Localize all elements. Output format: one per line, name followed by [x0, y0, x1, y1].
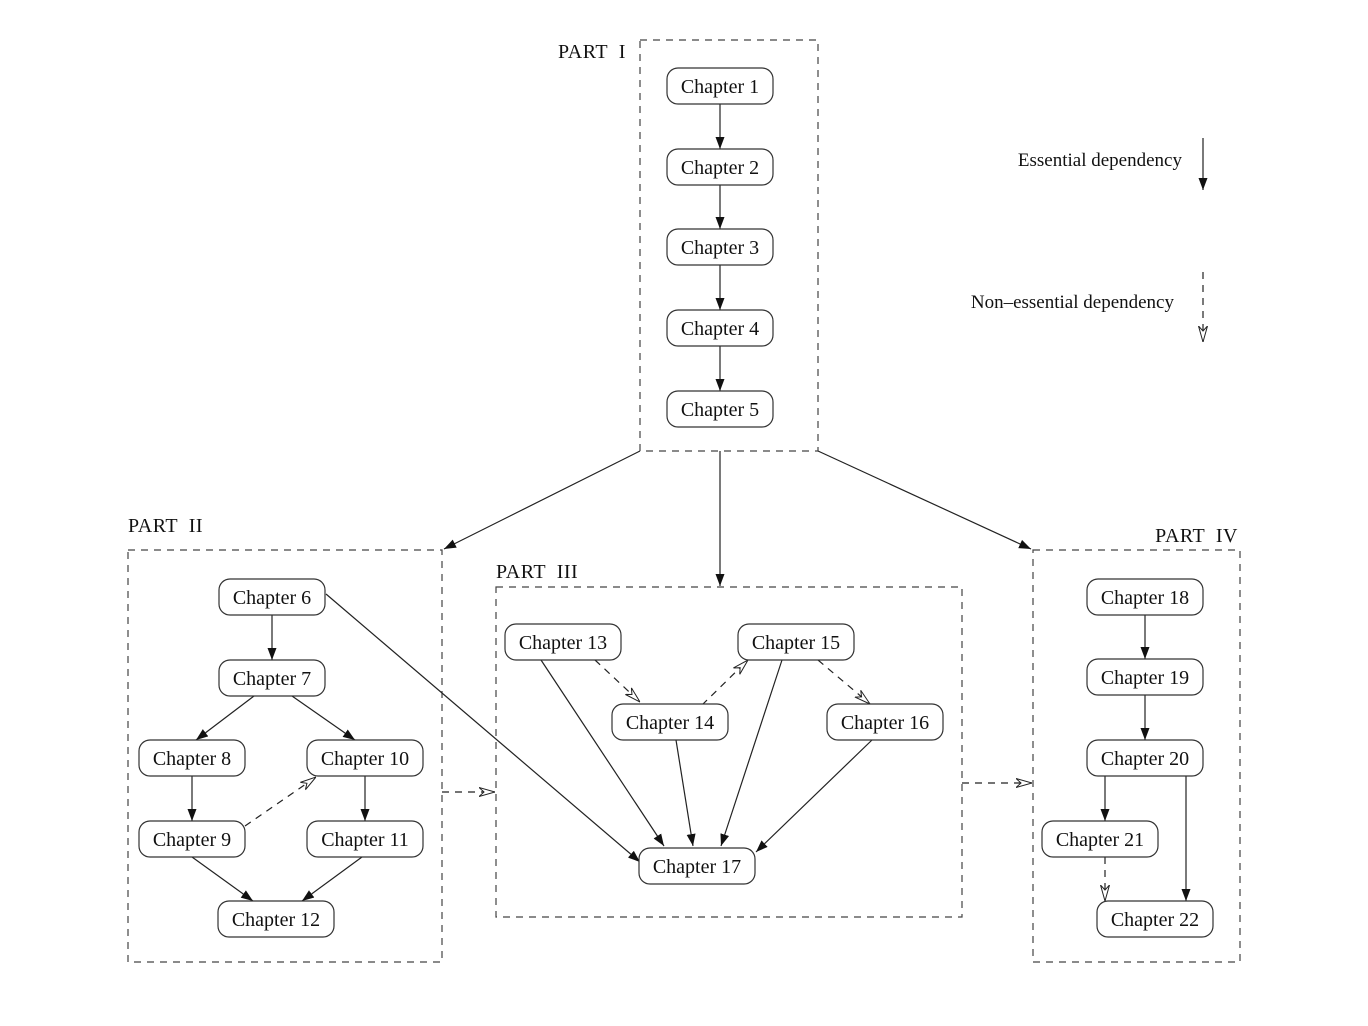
essential-edge-c14-to-c17 [675, 739, 696, 847]
chapter-node-c17[interactable]: Chapter 17 [638, 847, 756, 885]
chapter-node-label: Chapter 9 [153, 829, 231, 851]
essential-edge-c7-to-c10 [291, 695, 356, 741]
chapter-node-label: Chapter 16 [841, 712, 929, 734]
dependency-diagram: PART I PART II PART III PART IV Chapter 1 Ch… [127, 39, 1241, 963]
legend-non-essential-label: Non–essential dependency [971, 292, 1175, 313]
essential-edge-p1-to-p4 [817, 450, 1032, 550]
chapter-node-c13[interactable]: Chapter 13 [504, 623, 622, 661]
essential-edge-p1-to-p2 [443, 450, 641, 550]
chapter-node-c22[interactable]: Chapter 22 [1096, 900, 1214, 938]
chapter-node-c18[interactable]: Chapter 18 [1086, 578, 1204, 616]
chapter-node-c14[interactable]: Chapter 14 [611, 703, 729, 741]
chapter-node-label: Chapter 11 [321, 829, 409, 851]
chapter-node-label: Chapter 8 [153, 748, 231, 770]
chapter-node-c4[interactable]: Chapter 4 [666, 309, 774, 347]
chapter-node-c20[interactable]: Chapter 20 [1086, 739, 1204, 777]
chapter-node-c8[interactable]: Chapter 8 [138, 739, 246, 777]
chapter-node-c15[interactable]: Chapter 15 [737, 623, 855, 661]
chapter-node-c6[interactable]: Chapter 6 [218, 578, 326, 616]
part-label: PART I [558, 41, 626, 63]
chapter-node-label: Chapter 2 [681, 157, 759, 179]
chapter-node-c19[interactable]: Chapter 19 [1086, 658, 1204, 696]
chapter-node-label: Chapter 19 [1101, 667, 1189, 689]
non-essential-edge-c13-to-c14 [594, 659, 640, 702]
chapter-node-c9[interactable]: Chapter 9 [138, 820, 246, 858]
part-label: PART III [496, 561, 578, 583]
chapter-node-label: Chapter 3 [681, 237, 759, 259]
chapter-node-label: Chapter 17 [653, 856, 741, 878]
essential-edge-c13-to-c17 [540, 659, 665, 847]
essential-edge-c11-to-c12 [301, 856, 363, 902]
chapter-node-label: Chapter 14 [626, 712, 714, 734]
chapter-node-label: Chapter 20 [1101, 748, 1189, 770]
chapter-node-label: Chapter 21 [1056, 829, 1144, 851]
part-label: PART II [128, 515, 203, 537]
chapter-node-label: Chapter 13 [519, 632, 607, 654]
chapter-node-label: Chapter 6 [233, 587, 311, 609]
chapter-node-label: Chapter 22 [1111, 909, 1199, 931]
chapter-node-label: Chapter 12 [232, 909, 320, 931]
essential-edge-c16-to-c17 [755, 739, 873, 853]
chapter-node-c5[interactable]: Chapter 5 [666, 390, 774, 428]
chapter-node-label: Chapter 4 [681, 318, 759, 340]
chapter-node-label: Chapter 10 [321, 748, 409, 770]
chapter-node-c10[interactable]: Chapter 10 [306, 739, 424, 777]
chapter-node-c11[interactable]: Chapter 11 [306, 820, 424, 858]
chapter-node-c7[interactable]: Chapter 7 [218, 659, 326, 697]
chapter-node-c21[interactable]: Chapter 21 [1041, 820, 1159, 858]
chapter-node-label: Chapter 5 [681, 399, 759, 421]
non-essential-edge-c9-to-c10 [244, 777, 316, 827]
chapter-node-label: Chapter 7 [233, 668, 311, 690]
essential-edge-c7-to-c8 [195, 695, 255, 741]
essential-edge-c9-to-c12 [191, 856, 254, 902]
legend-essential-label: Essential dependency [1018, 150, 1183, 171]
chapter-node-label: Chapter 1 [681, 76, 759, 98]
part-label: PART IV [1155, 525, 1238, 547]
chapter-node-c1[interactable]: Chapter 1 [666, 67, 774, 105]
essential-edge-c15-to-c17 [720, 659, 783, 847]
legend: Essential dependency Non–essential depen… [971, 138, 1203, 342]
chapter-node-c16[interactable]: Chapter 16 [826, 703, 944, 741]
non-essential-edge-c14-to-c15 [701, 660, 748, 706]
chapter-node-c3[interactable]: Chapter 3 [666, 228, 774, 266]
chapter-node-label: Chapter 15 [752, 632, 840, 654]
non-essential-edge-c15-to-c16 [817, 659, 870, 704]
chapter-node-label: Chapter 18 [1101, 587, 1189, 609]
chapter-node-c2[interactable]: Chapter 2 [666, 148, 774, 186]
chapter-node-c12[interactable]: Chapter 12 [217, 900, 335, 938]
